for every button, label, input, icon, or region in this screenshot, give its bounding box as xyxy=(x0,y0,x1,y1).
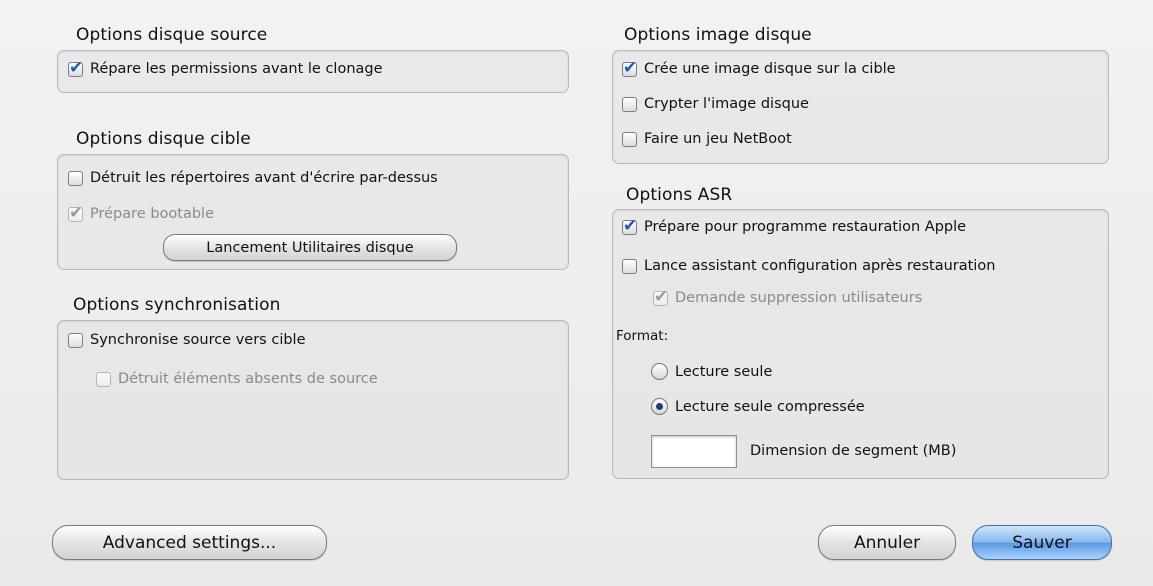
checkbox-mark[interactable] xyxy=(68,170,83,186)
setup-assistant-label: Lance assistant configuration après rest… xyxy=(644,258,996,274)
checkbox-mark xyxy=(68,203,83,223)
disk-image-title: Options image disque xyxy=(624,25,812,45)
prepare-restore-checkbox[interactable]: Prépare pour programme restauration Appl… xyxy=(622,216,967,236)
format-label: Format: xyxy=(616,328,669,344)
format-compressed-label: Lecture seule compressée xyxy=(675,398,865,415)
repair-permissions-label: Répare les permissions avant le clonage xyxy=(90,61,383,77)
delete-missing-label: Détruit éléments absents de source xyxy=(118,371,378,387)
netboot-label: Faire un jeu NetBoot xyxy=(644,131,792,147)
repair-permissions-checkbox[interactable]: Répare les permissions avant le clonage xyxy=(68,58,383,78)
checkbox-mark[interactable] xyxy=(68,332,83,348)
make-bootable-label: Prépare bootable xyxy=(90,206,214,222)
radio-mark[interactable] xyxy=(651,363,668,380)
checkbox-mark[interactable] xyxy=(622,131,637,147)
radio-mark[interactable] xyxy=(651,398,668,415)
advanced-settings-button[interactable]: Advanced settings... xyxy=(52,525,327,560)
checkbox-mark[interactable] xyxy=(68,58,83,78)
make-bootable-checkbox: Prépare bootable xyxy=(68,203,214,223)
netboot-checkbox[interactable]: Faire un jeu NetBoot xyxy=(622,131,792,147)
source-disk-title: Options disque source xyxy=(76,25,268,45)
checkbox-mark xyxy=(653,287,668,307)
erase-dirs-label: Détruit les répertoires avant d'écrire p… xyxy=(90,170,438,186)
checkbox-mark xyxy=(96,371,111,387)
target-disk-title: Options disque cible xyxy=(76,129,251,149)
disk-utility-button[interactable]: Lancement Utilitaires disque xyxy=(163,234,457,261)
encrypt-image-label: Crypter l'image disque xyxy=(644,96,809,112)
create-image-checkbox[interactable]: Crée une image disque sur la cible xyxy=(622,58,896,78)
segment-size-input[interactable] xyxy=(651,435,737,468)
format-read-only-radio[interactable]: Lecture seule xyxy=(651,363,772,380)
checkbox-mark[interactable] xyxy=(622,96,637,112)
sync-source-checkbox[interactable]: Synchronise source vers cible xyxy=(68,332,306,348)
sync-title: Options synchronisation xyxy=(73,295,281,315)
asr-title: Options ASR xyxy=(626,185,733,205)
clone-options-sheet: Options disque source Répare les permiss… xyxy=(0,0,1153,586)
delete-missing-checkbox: Détruit éléments absents de source xyxy=(96,371,378,387)
format-compressed-radio[interactable]: Lecture seule compressée xyxy=(651,398,865,415)
format-read-only-label: Lecture seule xyxy=(675,363,773,380)
checkbox-mark[interactable] xyxy=(622,216,637,236)
checkbox-mark[interactable] xyxy=(622,258,637,274)
sync-source-label: Synchronise source vers cible xyxy=(90,332,306,348)
setup-assistant-checkbox[interactable]: Lance assistant configuration après rest… xyxy=(622,258,995,274)
save-button[interactable]: Sauver xyxy=(972,525,1112,560)
segment-size-label: Dimension de segment (MB) xyxy=(750,443,957,459)
create-image-label: Crée une image disque sur la cible xyxy=(644,61,896,77)
prepare-restore-label: Prépare pour programme restauration Appl… xyxy=(644,219,967,235)
ask-delete-users-checkbox: Demande suppression utilisateurs xyxy=(653,287,923,307)
cancel-button[interactable]: Annuler xyxy=(818,525,956,560)
encrypt-image-checkbox[interactable]: Crypter l'image disque xyxy=(622,96,809,112)
ask-delete-users-label: Demande suppression utilisateurs xyxy=(675,290,923,306)
checkbox-mark[interactable] xyxy=(622,58,637,78)
erase-dirs-checkbox[interactable]: Détruit les répertoires avant d'écrire p… xyxy=(68,170,438,186)
